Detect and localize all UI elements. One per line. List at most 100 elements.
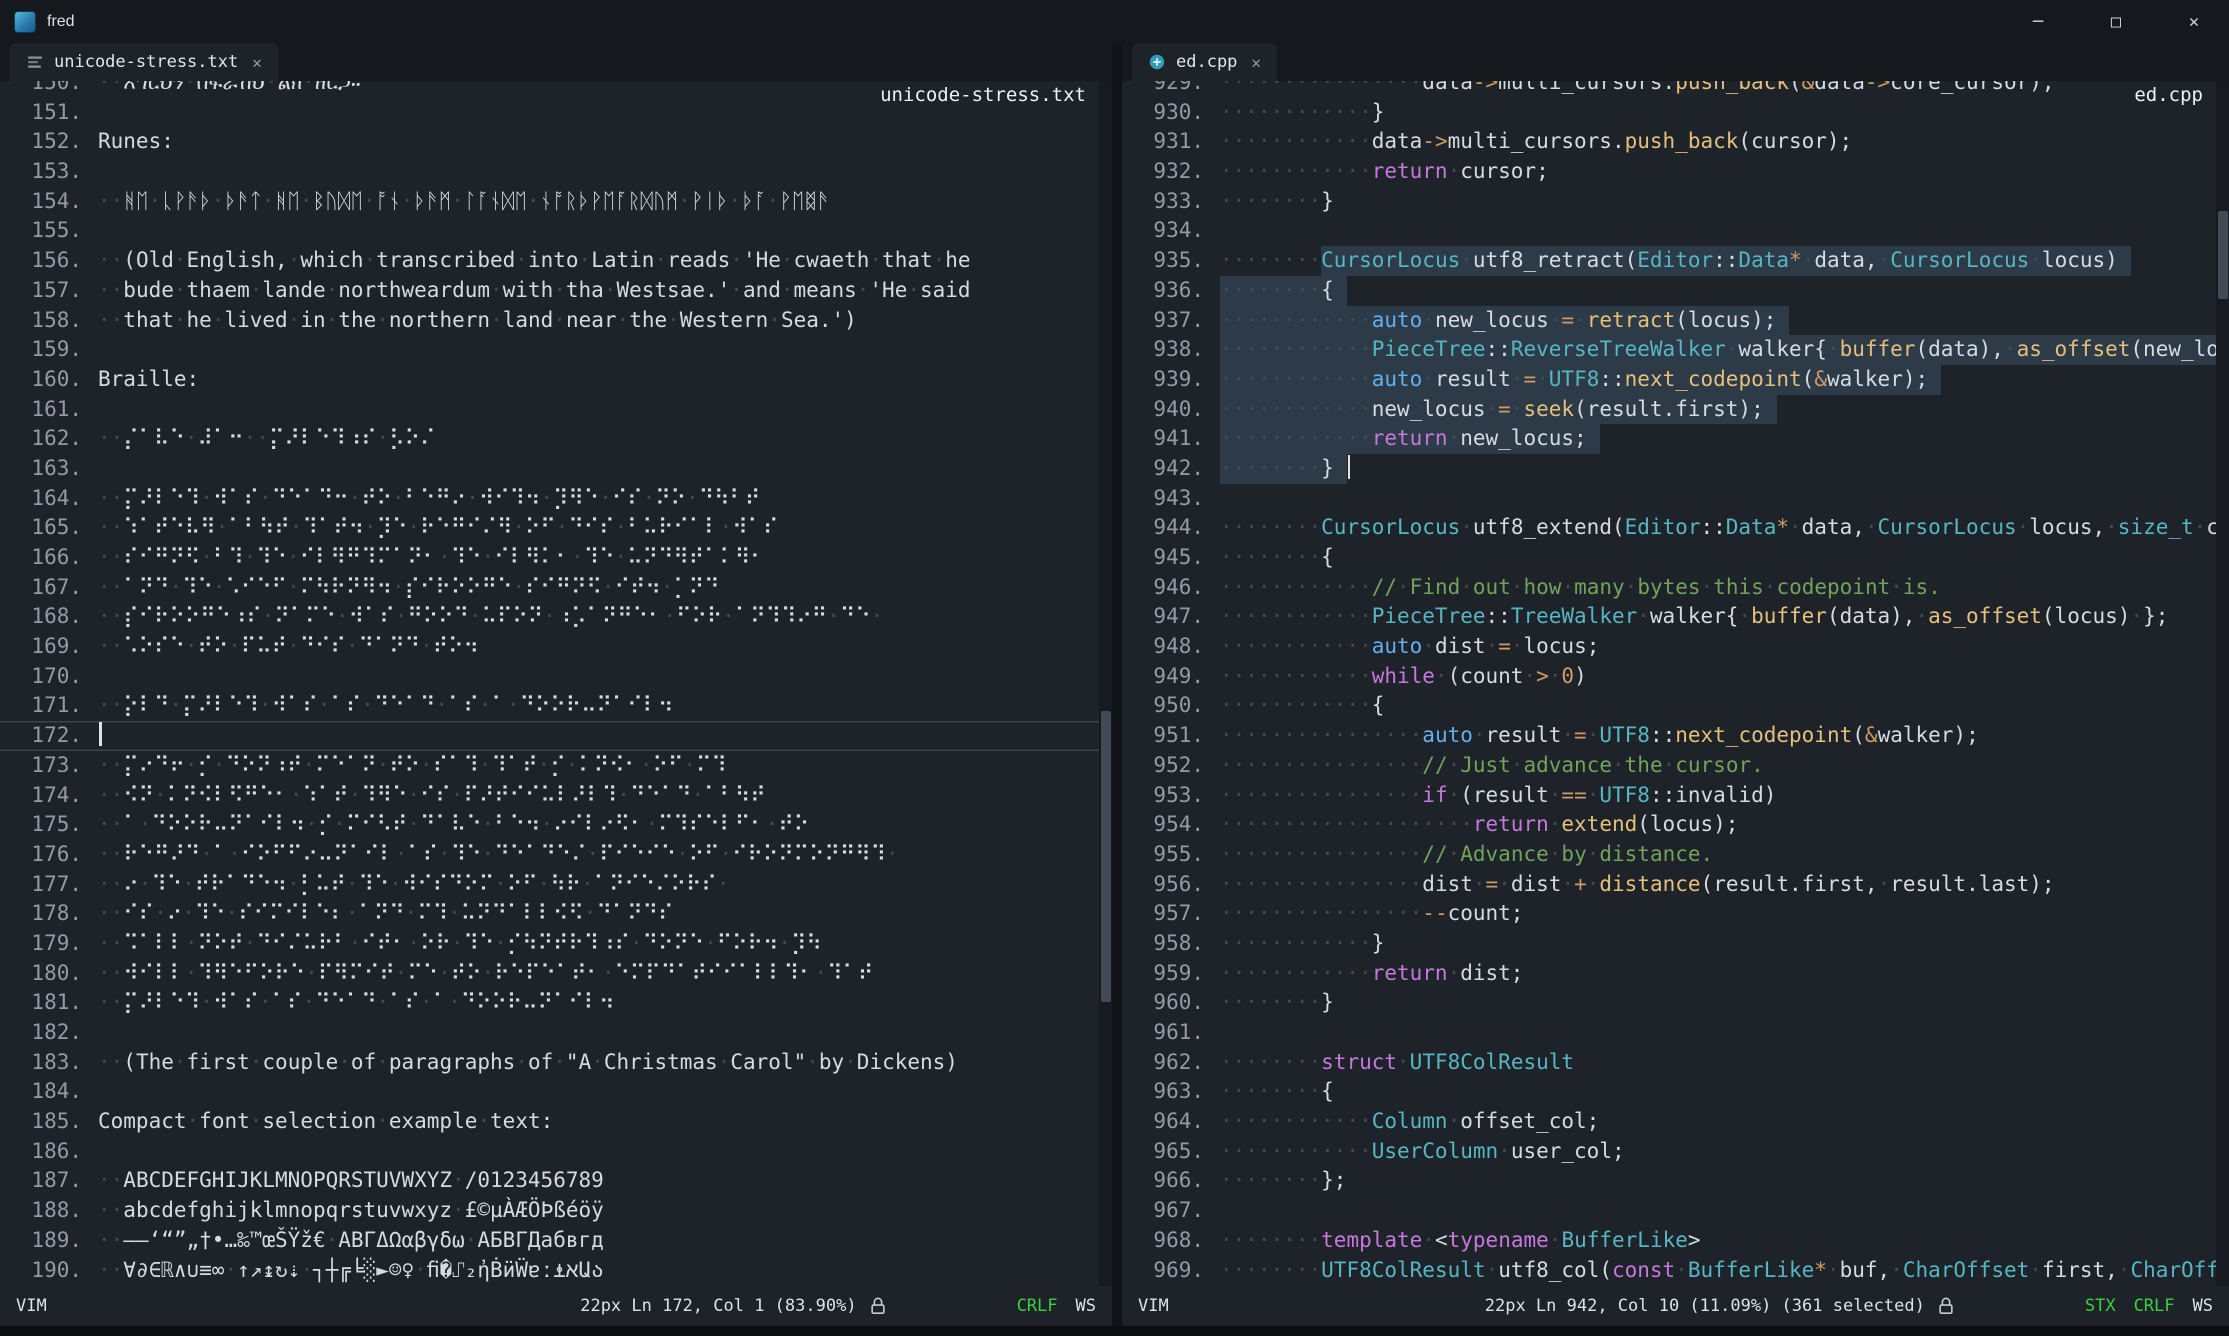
token: ··⠎⠊⠛⠝⠫·⠃⠹·⠹⠑·⠊⠇⠻⠛⠹⠍⠁⠝⠂·⠹⠑·⠊⠇⠻⠅⠂·⠹⠑·⠥⠝⠙⠻…	[98, 545, 766, 569]
whitespace-dots: ·	[766, 812, 779, 836]
token: ·new_locus·	[1422, 308, 1561, 332]
token: ·result·	[1473, 723, 1574, 747]
right-scrollbar-thumb[interactable]	[2218, 211, 2228, 299]
whitespace-dots: ·	[376, 1050, 389, 1074]
lock-icon[interactable]	[1937, 1296, 1955, 1316]
lock-icon[interactable]	[869, 1296, 887, 1316]
token: ··⡕⠇⠙·⡍⠜⠇⠑⠹·⠺⠁⠎·⠁⠎·⠙⠑⠁⠙·⠁⠎·⠁·⠙⠕⠕⠗⠤⠝⠁⠊⠇⠲	[98, 693, 673, 717]
line-content: ············{	[1220, 693, 1384, 717]
whitespace-dots: ·	[494, 931, 507, 955]
whitespace-dots: ·	[482, 961, 495, 985]
token: ················	[1220, 842, 1422, 866]
token: ············	[1220, 664, 1372, 688]
tab-close-icon[interactable]: ✕	[1251, 53, 1261, 72]
whitespace-dots: ·	[1498, 872, 1511, 896]
whitespace-dots: ·	[507, 693, 520, 717]
token: ········	[1220, 515, 1321, 539]
selection-highlight: ········}	[1220, 454, 1347, 484]
token: CursorLocus	[1890, 248, 2029, 272]
whitespace-dots: ·	[154, 901, 167, 925]
tab-unicode-stress-txt[interactable]: unicode-stress.txt ✕	[10, 43, 278, 81]
whitespace-dots: ·	[1536, 367, 1549, 391]
whitespace-dots: ·	[305, 812, 318, 836]
whitespace-dots: ············	[1220, 693, 1372, 717]
line-number: 948.	[1132, 632, 1204, 662]
whitespace-dots: ·	[1587, 842, 1600, 866]
whitespace-dots: ·	[1890, 1258, 1903, 1282]
maximize-button[interactable]: □	[2101, 12, 2131, 32]
whitespace-dots: ·	[1448, 1109, 1461, 1133]
whitespace-dots: ·	[139, 872, 152, 896]
token: ··–—‘“”„†•…‰™œŠŸž€·ΑΒΓΔΩαβγδω·АБВГДабвгд	[98, 1228, 604, 1252]
token: ::	[1700, 515, 1725, 539]
code-line-190: 190.··∀∂∈ℝ∧∪≡∞·↑↗↨↻⇣·┐┼╔╘░►☺♀·ﬁ�⑀₂ἠḂӥẄɐː…	[0, 1256, 1112, 1286]
right-editor-area[interactable]: 929.················data->multi_cursors.…	[1122, 81, 2229, 1286]
line-number: 180.	[10, 959, 82, 989]
token: ·dist;	[1448, 961, 1524, 985]
token: --	[1422, 901, 1447, 925]
token: ::	[1486, 337, 1511, 361]
whitespace-dots: ·	[857, 278, 870, 302]
tab-close-icon[interactable]: ✕	[252, 53, 262, 72]
whitespace-dots: ·	[226, 901, 239, 925]
pane-divider[interactable]	[1112, 43, 1122, 1326]
token: ··⠁·⠙⠕⠕⠗⠤⠝⠁⠊⠇⠲·⡊·⠍⠊⠣⠞·⠙⠁⠧⠑·⠃⠑⠲·⠔⠊⠇⠔⠫⠂·⠍⠹…	[98, 812, 809, 836]
line-number: 945.	[1132, 543, 1204, 573]
left-scrollbar-thumb[interactable]	[1101, 711, 1111, 1002]
token: walker);	[1827, 367, 1928, 391]
minimize-button[interactable]: ─	[2023, 12, 2053, 32]
line-number: 169.	[10, 632, 82, 662]
line-content: ··⠺⠊⠇⠇·⠹⠻⠑⠋⠕⠗⠑·⠏⠻⠍⠊⠞·⠍⠑·⠞⠕·⠗⠑⠏⠑⠁⠞⠂·⠑⠍⠏⠙⠁…	[98, 961, 873, 985]
token: ········}	[1220, 990, 1334, 1014]
token: walker);	[1878, 723, 1979, 747]
left-editor-area[interactable]: 150.··እግርህን·በፍራሽህ·ልክ·ዘርጋ።151.152.Runes:1…	[0, 81, 1112, 1286]
close-button[interactable]: ✕	[2179, 12, 2209, 32]
token: ··⠡⠕⠎⠑·⠞⠕·⠏⠥⠞·⠙⠊⠎·⠙⠁⠝⠙·⠞⠕⠲	[98, 634, 479, 658]
token: CursorLocus	[1321, 248, 1460, 272]
whitespace-dots: ··	[98, 634, 123, 658]
token: =	[1561, 308, 1574, 332]
whitespace-dots: ·	[405, 901, 418, 925]
token: ·offset_col;	[1448, 1109, 1600, 1133]
code-line-966: 966.········};	[1122, 1166, 2229, 1196]
code-line-953: 953.················if·(result·==·UTF8::…	[1122, 781, 2229, 811]
left-code-lines: 150.··እግርህን·በፍራሽህ·ልክ·ዘርጋ።151.152.Runes:1…	[0, 81, 1112, 1285]
whitespace-dots: ·	[1663, 753, 1676, 777]
whitespace-dots: ·	[200, 545, 213, 569]
whitespace-dots: ·	[645, 812, 658, 836]
token: Column	[1372, 1109, 1448, 1133]
whitespace-dots: ··	[98, 189, 123, 213]
whitespace-dots: ·	[678, 189, 691, 213]
whitespace-dots: ·	[1486, 634, 1499, 658]
code-line-181: 181.··⡍⠜⠇⠑⠹·⠺⠁⠎·⠁⠎·⠙⠑⠁⠙·⠁⠎·⠁·⠙⠕⠕⠗⠤⠝⠁⠊⠇⠲	[0, 988, 1112, 1018]
whitespace-dots: ·	[376, 308, 389, 332]
whitespace-dots: ········	[1220, 990, 1321, 1014]
line-content: ··⠁·⠙⠕⠕⠗⠤⠝⠁⠊⠇⠲·⡊·⠍⠊⠣⠞·⠙⠁⠧⠑·⠃⠑⠲·⠔⠊⠇⠔⠫⠂·⠍⠹…	[98, 812, 809, 836]
whitespace-dots: ·	[704, 931, 717, 955]
token: while	[1372, 664, 1435, 688]
code-line-964: 964.············Column·offset_col;	[1122, 1107, 2229, 1137]
whitespace-dots: ·	[730, 278, 743, 302]
whitespace-dots: ·	[615, 515, 628, 539]
tab-ed-cpp[interactable]: ed.cpp ✕	[1132, 43, 1277, 81]
whitespace-dots: ·	[182, 872, 195, 896]
token: ::	[1599, 367, 1624, 391]
whitespace-dots: ·	[287, 575, 300, 599]
right-scrollbar[interactable]	[2216, 81, 2229, 1286]
token: ·result·	[1422, 367, 1523, 391]
line-content: ············Column·offset_col;	[1220, 1109, 1599, 1133]
eol-indicator: CRLF	[1017, 1296, 1058, 1316]
whitespace-dots: ·	[587, 842, 600, 866]
code-line-168: 168.··⡎⠊⠗⠕⠕⠛⠑⠰⠎·⠝⠁⠍⠑·⠺⠁⠎·⠛⠕⠕⠙·⠥⠏⠕⠝·⠰⡡⠁⠝⠛…	[0, 602, 1112, 632]
code-line-170: 170.	[0, 662, 1112, 692]
left-scrollbar[interactable]	[1099, 81, 1112, 1286]
whitespace-dots: ·	[1802, 248, 1815, 272]
token: ·utf8_col(	[1486, 1258, 1612, 1282]
whitespace-dots: ·	[730, 248, 743, 272]
token: return	[1473, 812, 1549, 836]
line-content: ··⡎⠊⠗⠕⠕⠛⠑⠰⠎·⠝⠁⠍⠑·⠺⠁⠎·⠛⠕⠕⠙·⠥⠏⠕⠝·⠰⡡⠁⠝⠛⠑⠂·⠋…	[98, 604, 883, 628]
token: ················	[1220, 901, 1422, 925]
whitespace-dots: ··	[98, 575, 123, 599]
line-content: ············auto·result·=·UTF8::next_cod…	[1220, 367, 1941, 391]
line-content: ········{	[1220, 278, 1347, 302]
